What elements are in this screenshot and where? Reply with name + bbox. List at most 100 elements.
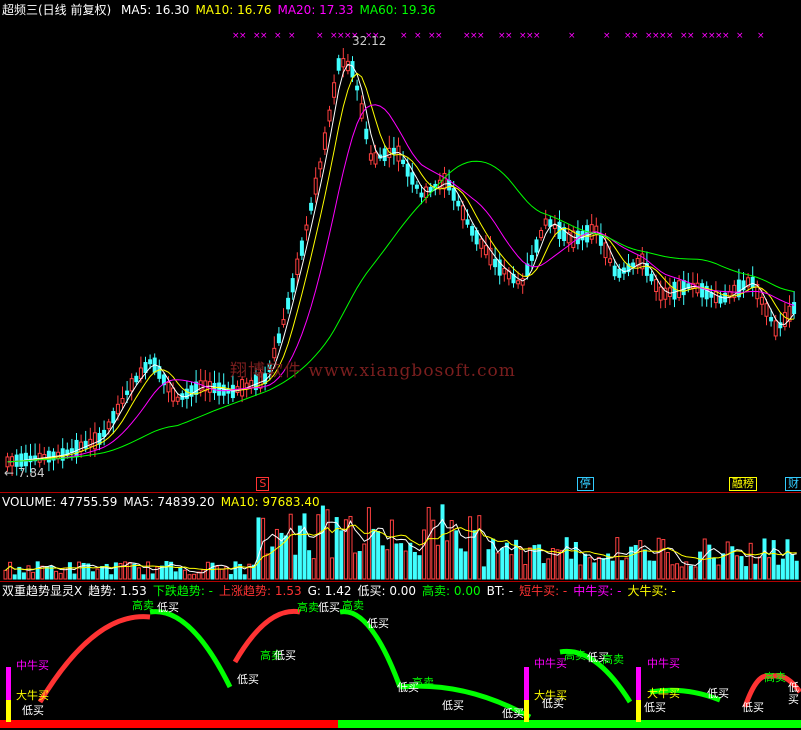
volume-bar xyxy=(619,560,624,580)
volume-bar xyxy=(307,550,312,580)
candle-body xyxy=(382,148,387,162)
volume-bar xyxy=(95,568,100,580)
trend-signal-label: 中牛买 xyxy=(647,657,680,670)
trend-signal-label: 高卖 xyxy=(342,599,364,612)
volume-bar xyxy=(67,562,72,580)
volume-bar xyxy=(642,549,647,580)
volume-bar xyxy=(21,572,26,580)
candlestick-chart[interactable]: × × × × × × × × × × × × × × × × × × × × × × × × × × × × × × × × × × × × × × × ×… xyxy=(0,0,801,492)
candle-body xyxy=(410,172,415,185)
volume-bar xyxy=(3,569,8,580)
volume-bar xyxy=(647,560,652,580)
event-marker[interactable]: 财 xyxy=(784,477,801,491)
volume-bar xyxy=(748,542,753,580)
volume-bar xyxy=(219,568,224,580)
volume-bar xyxy=(77,561,82,580)
volume-bar xyxy=(284,535,289,580)
volume-bar xyxy=(679,566,684,580)
candle-body xyxy=(764,303,769,317)
event-marker[interactable]: 停 xyxy=(576,477,594,491)
volume-bar xyxy=(123,561,128,580)
volume-bar xyxy=(422,529,427,580)
candle-body xyxy=(631,262,636,268)
volume-bar xyxy=(445,540,450,580)
volume-bar xyxy=(90,571,95,580)
trend-panel[interactable]: 双重趋势显灵X 趋势: 1.53 下跌趋势: - 上涨趋势: 1.53 G: 1.42 低… xyxy=(0,582,801,730)
volume-panel[interactable]: VOLUME: 47755.59 MA5: 74839.20 MA10: 97683… xyxy=(0,493,801,581)
volume-bar xyxy=(265,553,270,580)
volume-bar xyxy=(486,549,491,580)
volume-bar xyxy=(767,557,772,580)
volume-bar xyxy=(435,544,440,580)
signal-x: × xyxy=(239,31,247,41)
indicator-value: VOLUME: 47755.59 xyxy=(2,495,118,509)
volume-bar xyxy=(31,571,36,580)
candle-body xyxy=(74,439,79,458)
candle-body xyxy=(460,205,465,221)
volume-bar xyxy=(504,542,509,580)
volume-bar xyxy=(463,551,468,580)
trend-curve xyxy=(37,614,151,704)
signal-x: × xyxy=(722,31,730,41)
candle-body xyxy=(672,281,677,300)
volume-bar xyxy=(440,504,445,580)
volume-bar xyxy=(693,566,698,580)
candle-body xyxy=(750,276,755,288)
candle-body xyxy=(700,283,705,298)
event-marker[interactable]: 融榜 xyxy=(728,477,757,491)
volume-bar xyxy=(339,530,344,580)
trend-chart[interactable] xyxy=(0,582,801,730)
volume-bar xyxy=(583,553,588,580)
volume-bar xyxy=(472,530,477,580)
volume-bar xyxy=(541,563,546,580)
volume-bar xyxy=(150,573,155,580)
volume-bar xyxy=(670,564,675,580)
volume-bar xyxy=(776,564,781,580)
volume-bar xyxy=(790,554,795,580)
volume-bar xyxy=(665,552,670,580)
candle-body xyxy=(166,382,171,393)
volume-bar xyxy=(661,539,666,580)
trend-signal-label: 低买 xyxy=(237,673,259,686)
price-panel[interactable]: × × × × × × × × × × × × × × × × × × × × × × × × × × × × × × × × × × × × × × × ×… xyxy=(0,0,801,492)
volume-bar xyxy=(477,515,482,580)
candle-body xyxy=(493,258,498,268)
event-marker[interactable]: S xyxy=(256,477,270,491)
candle-body xyxy=(134,375,139,383)
volume-bar xyxy=(757,556,762,580)
low-price-label: ← 7.84 xyxy=(4,466,45,480)
trend-signal-label: 低买 xyxy=(442,699,464,712)
volume-bar xyxy=(569,558,574,580)
candle-body xyxy=(516,280,521,285)
watermark: 翔博软件 www.xiangbosoft.com xyxy=(230,361,516,381)
candle-body xyxy=(759,296,764,305)
volume-bar xyxy=(201,569,206,580)
indicator-value: G: 1.42 xyxy=(307,584,352,598)
candle-body xyxy=(327,109,332,122)
volume-bar xyxy=(182,569,187,580)
volume-bar xyxy=(638,540,643,580)
candle-body xyxy=(552,224,557,229)
candle-body xyxy=(474,230,479,245)
volume-bar xyxy=(417,555,422,580)
volume-bar xyxy=(739,556,744,580)
volume-bar xyxy=(146,561,151,580)
candle-body xyxy=(79,441,84,452)
indicator-value: MA5: 74839.20 xyxy=(123,495,215,509)
candle-body xyxy=(442,172,447,190)
volume-bar xyxy=(624,557,629,580)
signal-x: × xyxy=(400,31,408,41)
volume-bar xyxy=(564,537,569,580)
candle-body xyxy=(658,286,663,301)
volume-bar xyxy=(518,547,523,580)
volume-bar xyxy=(35,561,40,580)
candle-body xyxy=(129,378,134,392)
trend-band-down xyxy=(338,720,801,728)
candle-body xyxy=(281,319,286,325)
volume-bar xyxy=(320,505,325,580)
candle-body xyxy=(543,218,548,226)
volume-bar xyxy=(560,549,565,580)
volume-bar xyxy=(136,567,141,580)
candle-body xyxy=(299,240,304,256)
candle-body xyxy=(451,188,456,201)
